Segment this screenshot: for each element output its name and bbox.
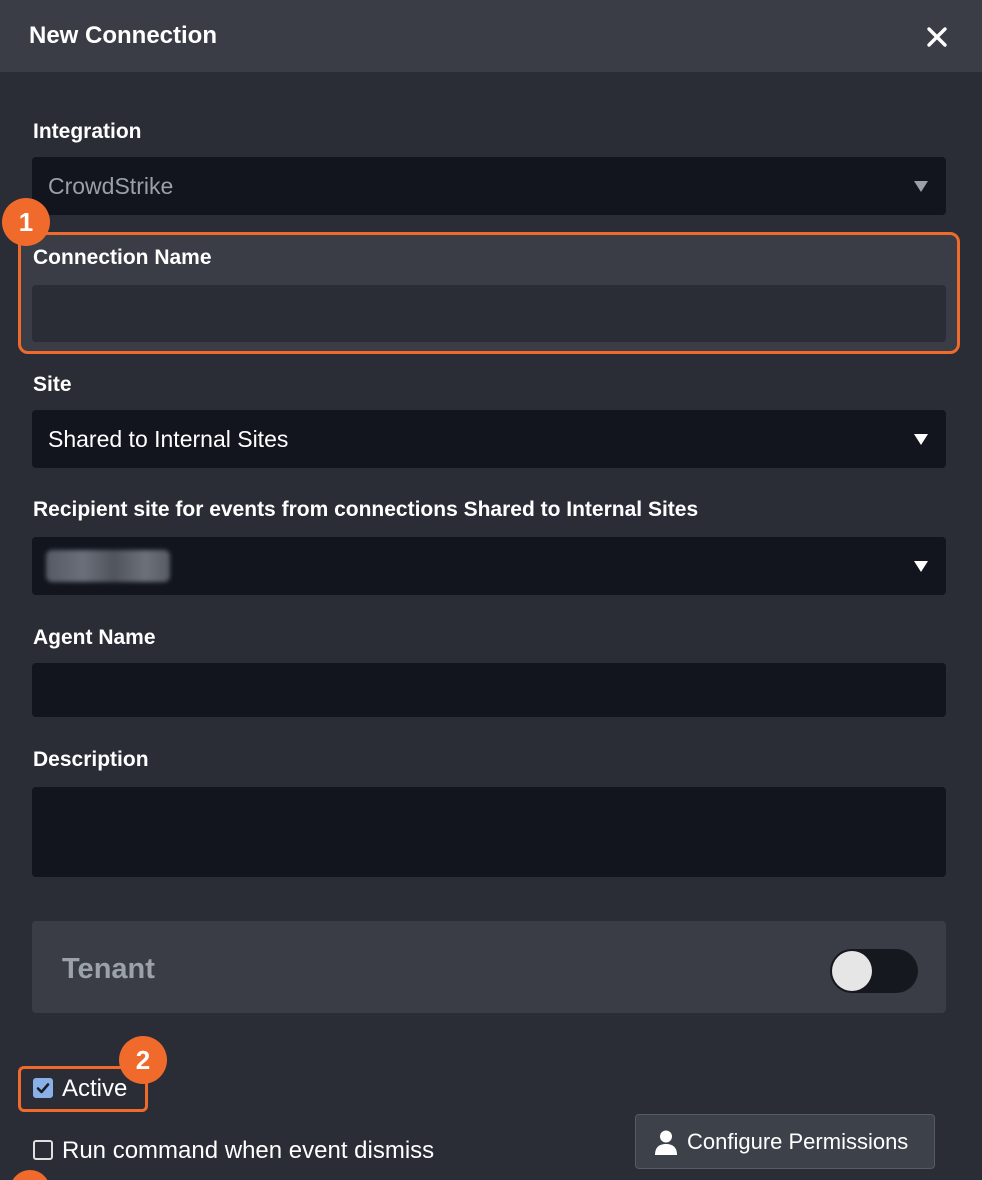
run-command-label[interactable]: Run command when event dismiss — [62, 1137, 434, 1165]
agent-name-label: Agent Name — [33, 626, 156, 649]
tenant-toggle[interactable] — [830, 949, 918, 993]
chevron-down-icon — [914, 434, 928, 445]
annotation-badge-partial — [10, 1170, 50, 1180]
tenant-label: Tenant — [62, 953, 155, 985]
redacted-value — [46, 550, 170, 582]
agent-name-input[interactable] — [32, 663, 946, 717]
active-checkbox[interactable] — [33, 1078, 53, 1098]
close-button[interactable] — [920, 20, 954, 54]
dialog-title: New Connection — [29, 22, 218, 49]
recipient-site-select[interactable] — [32, 537, 946, 595]
connection-name-label: Connection Name — [33, 246, 212, 269]
description-label: Description — [33, 748, 149, 771]
active-label[interactable]: Active — [62, 1075, 127, 1103]
integration-select[interactable]: CrowdStrike — [32, 157, 946, 215]
dialog-header: New Connection — [0, 0, 982, 72]
chevron-down-icon — [914, 181, 928, 192]
new-connection-dialog: New Connection Integration CrowdStrike C… — [0, 0, 982, 1180]
toggle-knob — [832, 951, 872, 991]
user-icon — [655, 1130, 677, 1155]
description-textarea[interactable] — [32, 787, 946, 877]
site-select[interactable]: Shared to Internal Sites — [32, 410, 946, 468]
site-value: Shared to Internal Sites — [48, 426, 289, 452]
integration-value: CrowdStrike — [48, 173, 174, 199]
close-icon — [927, 27, 947, 47]
site-label: Site — [33, 373, 72, 396]
annotation-badge-2: 2 — [119, 1036, 167, 1084]
configure-permissions-label: Configure Permissions — [687, 1129, 909, 1154]
check-icon — [36, 1083, 50, 1094]
annotation-badge-1: 1 — [2, 198, 50, 246]
integration-label: Integration — [33, 120, 142, 143]
tenant-panel: Tenant — [32, 921, 946, 1013]
recipient-site-label: Recipient site for events from connectio… — [33, 498, 699, 521]
run-command-checkbox[interactable] — [33, 1140, 53, 1160]
configure-permissions-button[interactable]: Configure Permissions — [635, 1114, 935, 1169]
chevron-down-icon — [914, 561, 928, 572]
connection-name-input[interactable] — [32, 285, 946, 342]
